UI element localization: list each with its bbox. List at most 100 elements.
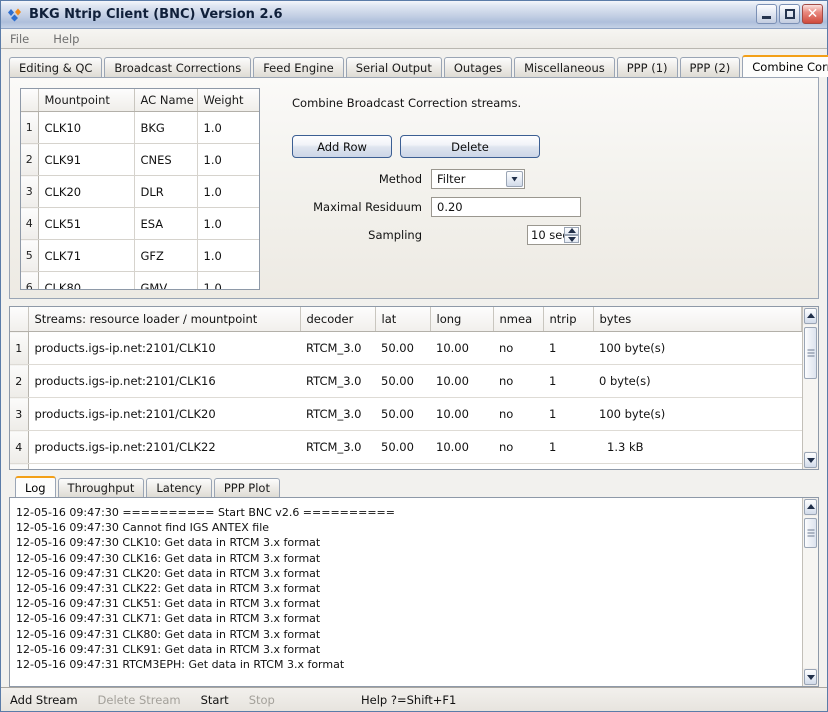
stepper-up-button[interactable]	[564, 227, 579, 235]
scroll-down-button[interactable]	[804, 669, 817, 685]
cell-weight[interactable]: 1.0	[197, 112, 260, 144]
cell-long[interactable]: 10.00	[430, 431, 493, 464]
cell-ntrip[interactable]: 1	[543, 464, 593, 471]
cell-lat[interactable]: 50.00	[375, 431, 430, 464]
scroll-thumb[interactable]	[804, 327, 817, 379]
delete-button[interactable]: Delete	[400, 135, 540, 158]
maximize-button[interactable]	[779, 4, 800, 24]
chevron-down-icon[interactable]	[506, 171, 523, 187]
streams-col-nmea[interactable]: nmea	[493, 307, 543, 332]
tab-combine-corrections[interactable]: Combine Corrections	[742, 55, 828, 77]
cell-mountpoint[interactable]: products.igs-ip.net:2101/CLK20	[28, 398, 300, 431]
cell-decoder[interactable]: RTCM_3.0	[300, 332, 375, 365]
grid-col-ac-name[interactable]: AC Name	[134, 89, 197, 112]
menu-item-help[interactable]: Help	[53, 32, 79, 46]
streams-col-long[interactable]: long	[430, 307, 493, 332]
table-row[interactable]: 1 products.igs-ip.net:2101/CLK10 RTCM_3.…	[10, 332, 802, 365]
cell-decoder[interactable]: RTCM_3.0	[300, 431, 375, 464]
streams-col-ntrip[interactable]: ntrip	[543, 307, 593, 332]
tab-editing-qc[interactable]: Editing & QC	[9, 57, 102, 77]
cell-long[interactable]: 10.00	[430, 332, 493, 365]
table-row[interactable]: 5 products.igs-ip.net:2101/CLK51 RTCM_3.…	[10, 464, 802, 471]
streams-vertical-scrollbar[interactable]	[802, 307, 818, 469]
tab-miscellaneous[interactable]: Miscellaneous	[514, 57, 615, 77]
cell-ac-name[interactable]: GMV	[134, 272, 197, 291]
cell-ntrip[interactable]: 1	[543, 398, 593, 431]
cell-nmea[interactable]: no	[493, 365, 543, 398]
cell-bytes[interactable]: 100 byte(s)	[593, 332, 802, 365]
maximal-residuum-input[interactable]: 0.20	[431, 197, 581, 217]
cell-ntrip[interactable]: 1	[543, 365, 593, 398]
cell-lat[interactable]: 50.00	[375, 332, 430, 365]
cell-decoder[interactable]: RTCM_3.0	[300, 398, 375, 431]
cell-lat[interactable]: 50.00	[375, 365, 430, 398]
add-stream-action[interactable]: Add Stream	[10, 693, 78, 707]
table-row[interactable]: 3 CLK20 DLR 1.0	[21, 176, 260, 208]
cell-weight[interactable]: 1.0	[197, 240, 260, 272]
cell-weight[interactable]: 1.0	[197, 208, 260, 240]
table-row[interactable]: 6 CLK80 GMV 1.0	[21, 272, 260, 291]
stepper-down-button[interactable]	[564, 235, 579, 243]
table-row[interactable]: 2 CLK91 CNES 1.0	[21, 144, 260, 176]
cell-ac-name[interactable]: DLR	[134, 176, 197, 208]
cell-nmea[interactable]: no	[493, 398, 543, 431]
cell-decoder[interactable]: RTCM_3.0	[300, 365, 375, 398]
cell-bytes[interactable]: 0 byte(s)	[593, 365, 802, 398]
cell-nmea[interactable]: no	[493, 464, 543, 471]
cell-mountpoint[interactable]: products.igs-ip.net:2101/CLK16	[28, 365, 300, 398]
sampling-stepper[interactable]: 10 sec	[527, 225, 581, 245]
add-row-button[interactable]: Add Row	[292, 135, 392, 158]
cell-long[interactable]: 10.00	[430, 365, 493, 398]
cell-weight[interactable]: 1.0	[197, 144, 260, 176]
tab-broadcast-corrections[interactable]: Broadcast Corrections	[104, 57, 251, 77]
grid-col-weight[interactable]: Weight	[197, 89, 260, 112]
cell-weight[interactable]: 1.0	[197, 176, 260, 208]
cell-long[interactable]: 10.00	[430, 398, 493, 431]
table-row[interactable]: 4 products.igs-ip.net:2101/CLK22 RTCM_3.…	[10, 431, 802, 464]
close-button[interactable]: ✕	[802, 4, 823, 24]
tab-outages[interactable]: Outages	[444, 57, 512, 77]
cell-long[interactable]: 10.00	[430, 464, 493, 471]
cell-mountpoint[interactable]: CLK71	[38, 240, 134, 272]
streams-table-panel[interactable]: Streams: resource loader / mountpoint de…	[9, 306, 819, 470]
streams-col-mountpoint[interactable]: Streams: resource loader / mountpoint	[28, 307, 300, 332]
cell-bytes[interactable]: 100 byte(s)	[593, 464, 802, 471]
table-row[interactable]: 1 CLK10 BKG 1.0	[21, 112, 260, 144]
method-select[interactable]: Filter	[431, 169, 525, 189]
cell-mountpoint[interactable]: products.igs-ip.net:2101/CLK51	[28, 464, 300, 471]
tab-ppp-1[interactable]: PPP (1)	[617, 57, 678, 77]
combine-streams-grid[interactable]: Mountpoint AC Name Weight 1 CLK10 BKG 1.…	[20, 88, 260, 290]
scroll-down-button[interactable]	[804, 452, 817, 468]
scroll-thumb[interactable]	[804, 518, 817, 548]
cell-mountpoint[interactable]: CLK10	[38, 112, 134, 144]
start-action[interactable]: Start	[201, 693, 229, 707]
table-row[interactable]: 2 products.igs-ip.net:2101/CLK16 RTCM_3.…	[10, 365, 802, 398]
cell-ntrip[interactable]: 1	[543, 431, 593, 464]
log-vertical-scrollbar[interactable]	[802, 498, 818, 686]
cell-ac-name[interactable]: GFZ	[134, 240, 197, 272]
minimize-button[interactable]	[756, 4, 777, 24]
cell-ntrip[interactable]: 1	[543, 332, 593, 365]
scroll-up-button[interactable]	[804, 308, 817, 324]
cell-bytes[interactable]: 1.3 kB	[593, 431, 802, 464]
cell-mountpoint[interactable]: CLK51	[38, 208, 134, 240]
cell-mountpoint[interactable]: CLK91	[38, 144, 134, 176]
cell-nmea[interactable]: no	[493, 332, 543, 365]
cell-mountpoint[interactable]: products.igs-ip.net:2101/CLK22	[28, 431, 300, 464]
cell-mountpoint[interactable]: CLK20	[38, 176, 134, 208]
tab-serial-output[interactable]: Serial Output	[346, 57, 442, 77]
table-row[interactable]: 5 CLK71 GFZ 1.0	[21, 240, 260, 272]
cell-ac-name[interactable]: CNES	[134, 144, 197, 176]
cell-lat[interactable]: 50.00	[375, 464, 430, 471]
cell-nmea[interactable]: no	[493, 431, 543, 464]
cell-ac-name[interactable]: BKG	[134, 112, 197, 144]
streams-col-bytes[interactable]: bytes	[593, 307, 802, 332]
tab-latency[interactable]: Latency	[146, 478, 211, 497]
cell-mountpoint[interactable]: CLK80	[38, 272, 134, 291]
streams-col-lat[interactable]: lat	[375, 307, 430, 332]
tab-log[interactable]: Log	[15, 476, 56, 497]
tab-feed-engine[interactable]: Feed Engine	[253, 57, 344, 77]
scroll-track[interactable]	[803, 516, 818, 668]
tab-throughput[interactable]: Throughput	[58, 478, 145, 497]
streams-col-decoder[interactable]: decoder	[300, 307, 375, 332]
